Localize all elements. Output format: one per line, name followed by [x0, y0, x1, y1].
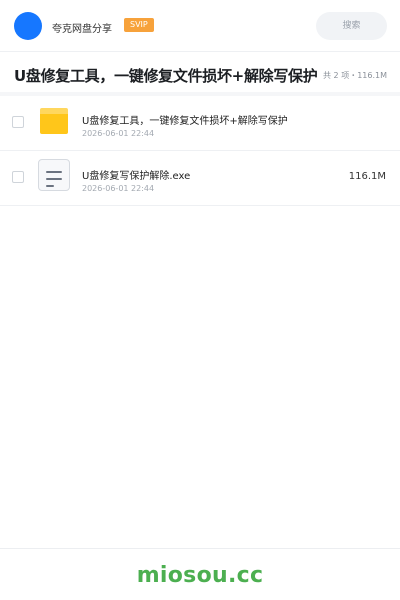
vip-badge: SVIP	[124, 18, 154, 32]
item-summary: 共 2 项・116.1M	[323, 71, 387, 80]
page-title: U盘修复工具，一键修复文件损坏+解除写保护	[14, 67, 318, 85]
file-row-folder[interactable]: U盘修复工具，一键修复文件损坏+解除写保护 2026-06-01 22:44	[0, 96, 400, 151]
file-row-exe[interactable]: U盘修复写保护解除.exe 2026-06-01 22:44 116.1M	[0, 151, 400, 206]
file-list: U盘修复工具，一键修复文件损坏+解除写保护 2026-06-01 22:44 U…	[0, 96, 400, 206]
share-title-bar: U盘修复工具，一键修复文件损坏+解除写保护 共 2 项・116.1M	[0, 52, 400, 96]
app-logo	[14, 12, 42, 40]
file-name: U盘修复写保护解除.exe	[82, 171, 191, 182]
app-header: 夸克网盘分享 SVIP 搜索	[0, 0, 400, 52]
app-name: 夸克网盘分享	[52, 24, 112, 35]
file-date: 2026-06-01 22:44	[82, 184, 155, 193]
row-checkbox[interactable]	[12, 171, 24, 183]
footer: miosou.cc	[0, 548, 400, 600]
file-icon	[38, 159, 70, 191]
file-date: 2026-06-01 22:44	[82, 129, 155, 138]
file-name: U盘修复工具，一键修复文件损坏+解除写保护	[82, 116, 288, 127]
folder-icon	[40, 108, 68, 134]
site-watermark: miosou.cc	[136, 563, 264, 588]
search-input[interactable]: 搜索	[316, 12, 387, 40]
file-size: 116.1M	[348, 171, 386, 182]
row-checkbox[interactable]	[12, 116, 24, 128]
